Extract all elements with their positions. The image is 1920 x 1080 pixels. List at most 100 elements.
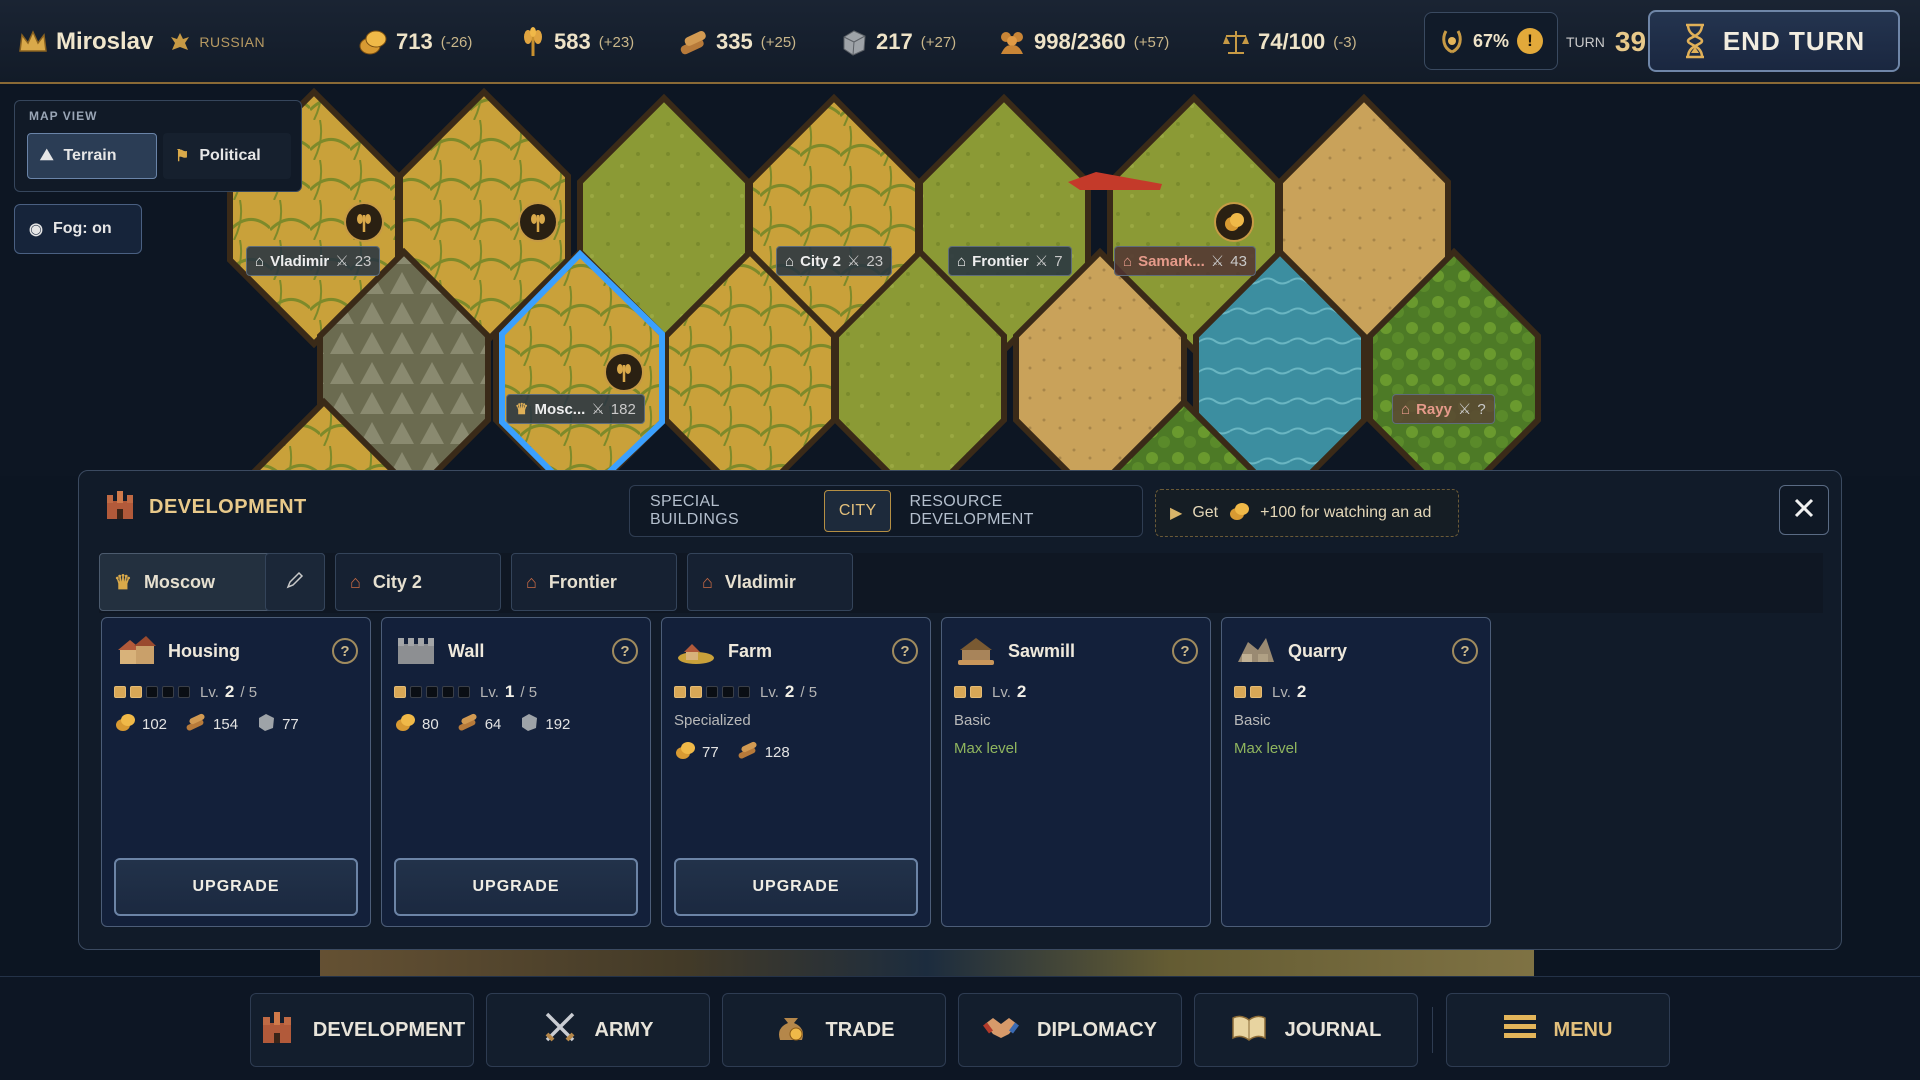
- city-name: Frontier: [972, 252, 1029, 270]
- wood-logs-icon: [737, 740, 759, 764]
- development-panel: DEVELOPMENT SPECIAL BUILDINGS CITY RESOU…: [78, 470, 1842, 950]
- level-max: / 5: [800, 683, 818, 701]
- turn-counter: TURN 39: [1566, 0, 1646, 84]
- gold-cost: 80: [422, 715, 439, 733]
- resource-wood: 335 (+25): [678, 0, 796, 84]
- nation-emblem-icon: [169, 31, 191, 53]
- building-type: Basic: [1234, 712, 1271, 729]
- city-tab-label: Moscow: [143, 571, 215, 592]
- city-label-samarkand[interactable]: ⌂ Samark... ⚔ 43: [1114, 246, 1256, 276]
- sawmill-icon: [956, 632, 996, 671]
- max-level-status: Max level: [1234, 740, 1298, 757]
- city-name: Vladimir: [270, 252, 330, 270]
- coin-bag-icon: [774, 1010, 808, 1050]
- close-button[interactable]: [1779, 485, 1829, 535]
- wall-icon: [396, 632, 436, 671]
- eye-icon: ◉: [29, 221, 43, 238]
- nav-menu-button[interactable]: MENU: [1446, 993, 1670, 1067]
- fog-toggle[interactable]: ◉ Fog: on: [14, 204, 142, 254]
- handshake-icon: [983, 1012, 1019, 1048]
- city-tabs: ♛ Moscow ⌂ City 2 ⌂ Frontier ⌂ Vladimir: [99, 553, 1823, 613]
- help-icon[interactable]: ?: [612, 638, 638, 664]
- end-turn-button[interactable]: END TURN: [1648, 10, 1900, 72]
- political-view-button[interactable]: ⚑ Political: [163, 133, 291, 179]
- stability-delta: (-3): [1333, 33, 1357, 51]
- city-strength: ?: [1477, 400, 1486, 418]
- grain-resource-icon[interactable]: [604, 352, 644, 392]
- approval-meter[interactable]: 67% !: [1424, 12, 1558, 70]
- help-icon[interactable]: ?: [332, 638, 358, 664]
- city-label-city2[interactable]: ⌂ City 2 ⚔ 23: [776, 246, 893, 276]
- swords-icon: ⚔: [846, 253, 861, 270]
- menu-icon: [1503, 1013, 1536, 1047]
- building-card-sawmill: Sawmill ? Lv. 2 Basic Max level: [941, 617, 1211, 927]
- outpost-icon: ⌂: [526, 571, 537, 592]
- wood-logs-icon: [185, 712, 207, 736]
- stone-block-icon: [840, 28, 868, 56]
- city-name: Mosc...: [534, 400, 586, 418]
- tab-city[interactable]: CITY: [823, 490, 892, 532]
- help-icon[interactable]: ?: [1172, 638, 1198, 664]
- level-prefix: Lv.: [760, 683, 779, 701]
- nav-diplomacy-button[interactable]: DIPLOMACY: [958, 993, 1182, 1067]
- tab-resource-development[interactable]: RESOURCE DEVELOPMENT: [895, 490, 1136, 532]
- building-card-wall: Wall ? Lv. 1 / 5 80 64 192 UPGRADE: [381, 617, 651, 927]
- city-label-frontier[interactable]: ⌂ Frontier ⚔ 7: [948, 246, 1072, 276]
- city-label-moscow[interactable]: ♛ Mosc... ⚔ 182: [506, 394, 645, 424]
- outpost-icon: ⌂: [957, 252, 967, 270]
- resource-stability: 74/100 (-3): [1222, 0, 1357, 84]
- approval-value: 67%: [1472, 30, 1510, 51]
- city-icon: ⌂: [1123, 252, 1133, 270]
- grain-resource-icon[interactable]: [518, 202, 558, 242]
- terrain-view-button[interactable]: ⛰ Terrain: [27, 133, 157, 179]
- help-icon[interactable]: ?: [1452, 638, 1478, 664]
- player-info: Miroslav RUSSIAN: [18, 0, 265, 84]
- grain-resource-icon[interactable]: [344, 202, 384, 242]
- level-value: 2: [1296, 682, 1307, 701]
- map-view-title: MAP VIEW: [29, 109, 98, 123]
- watch-ad-button[interactable]: ▶ Get +100 for watching an ad: [1155, 489, 1459, 537]
- gold-resource-icon[interactable]: [1214, 202, 1254, 242]
- grain-value: 583: [554, 29, 591, 54]
- city-label-vladimir[interactable]: ⌂ Vladimir ⚔ 23: [246, 246, 381, 276]
- swords-icon: ⚔: [335, 253, 349, 270]
- nav-label: DEVELOPMENT: [312, 1018, 466, 1041]
- help-icon[interactable]: ?: [892, 638, 918, 664]
- upgrade-button[interactable]: UPGRADE: [394, 858, 638, 916]
- level-max: / 5: [240, 683, 258, 701]
- building-card-housing: Housing ? Lv. 2 / 5 102 154 77 UPGRADE: [101, 617, 371, 927]
- rename-city-button[interactable]: [265, 553, 325, 611]
- level-indicator: Lv. 2: [954, 682, 1028, 702]
- end-turn-label: END TURN: [1722, 25, 1866, 56]
- map-view-panel: MAP VIEW ⛰ Terrain ⚑ Political: [14, 100, 302, 192]
- upgrade-button[interactable]: UPGRADE: [674, 858, 918, 916]
- city-tab-label: City 2: [372, 571, 422, 592]
- tab-special-buildings[interactable]: SPECIAL BUILDINGS: [636, 490, 820, 532]
- level-value: 2: [784, 682, 795, 701]
- building-name: Farm: [728, 641, 773, 661]
- wood-value: 335: [716, 29, 753, 54]
- wood-logs-icon: [678, 29, 708, 55]
- wood-cost: 64: [484, 715, 502, 733]
- farm-icon: [676, 632, 716, 671]
- gold-value: 713: [396, 29, 433, 54]
- city-tab-city2[interactable]: ⌂ City 2: [335, 553, 501, 611]
- alert-icon[interactable]: !: [1517, 28, 1544, 54]
- nav-army-button[interactable]: ARMY: [486, 993, 710, 1067]
- stability-value: 74/100: [1258, 29, 1326, 54]
- upgrade-button[interactable]: UPGRADE: [114, 858, 358, 916]
- city-label-rayy[interactable]: ⌂ Rayy ⚔?: [1392, 394, 1495, 424]
- city-tab-vladimir[interactable]: ⌂ Vladimir: [687, 553, 853, 611]
- nav-trade-button[interactable]: TRADE: [722, 993, 946, 1067]
- crown-icon: ♛: [515, 401, 529, 418]
- nav-development-button[interactable]: DEVELOPMENT: [250, 993, 474, 1067]
- city-tab-frontier[interactable]: ⌂ Frontier: [511, 553, 677, 611]
- castle-icon: [259, 1009, 295, 1051]
- level-prefix: Lv.: [992, 683, 1011, 701]
- political-label: Political: [199, 147, 261, 164]
- flag-icon: ⚑: [175, 148, 190, 165]
- city-strength: 23: [354, 252, 372, 270]
- castle-icon: [103, 487, 137, 527]
- population-icon: [998, 29, 1026, 55]
- nav-journal-button[interactable]: JOURNAL: [1194, 993, 1418, 1067]
